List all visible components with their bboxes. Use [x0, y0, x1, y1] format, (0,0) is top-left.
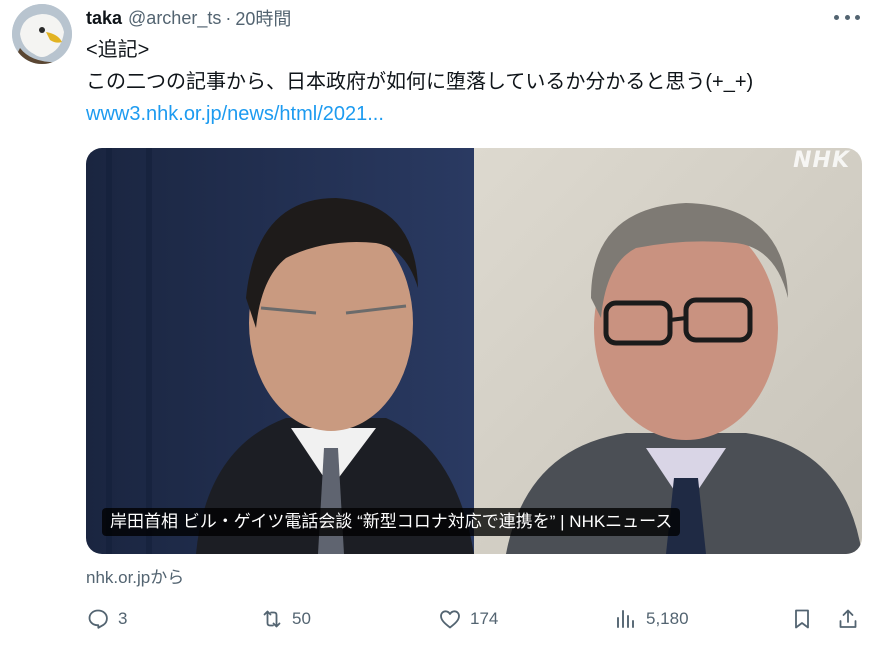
share-icon	[839, 609, 857, 628]
separator: ·	[225, 7, 232, 28]
card-title: 岸田首相 ビル・ゲイツ電話会談 “新型コロナ対応で連携を” | NHKニュース	[102, 508, 681, 536]
action-bar: 3 50 174 5,180	[86, 604, 866, 634]
author-handle[interactable]: @archer_ts	[128, 8, 221, 29]
analytics-icon	[617, 610, 634, 628]
dot	[844, 14, 850, 20]
post-link[interactable]: www3.nhk.or.jp/news/html/2021...	[86, 100, 384, 128]
dot	[834, 14, 839, 20]
eagle-avatar-icon	[12, 4, 72, 64]
reply-icon	[88, 609, 108, 629]
post-text-line-1: <追記>	[86, 39, 150, 61]
bookmark-icon	[795, 609, 809, 629]
post-text-line-2: この二つの記事から、日本政府が如何に堕落しているか分かると思う(+_+)	[86, 71, 754, 93]
retweet-count: 50	[292, 609, 311, 628]
dot	[855, 14, 860, 20]
heart-icon	[440, 610, 460, 629]
news-photo	[86, 148, 862, 554]
like-button[interactable]: 174	[438, 604, 498, 634]
reply-button[interactable]: 3	[86, 604, 127, 634]
share-button[interactable]	[836, 604, 860, 634]
author-name[interactable]: taka	[86, 8, 122, 29]
avatar[interactable]	[12, 4, 72, 64]
card-source[interactable]: nhk.or.jpから	[86, 563, 184, 588]
more-options-icon[interactable]	[834, 10, 860, 24]
retweet-icon	[263, 610, 281, 628]
post-header: taka @archer_ts · 20時間	[86, 6, 291, 30]
retweet-button[interactable]: 50	[260, 604, 311, 634]
views-button[interactable]: 5,180	[614, 604, 689, 634]
bookmark-button[interactable]	[790, 604, 814, 634]
nhk-watermark: NHK	[793, 148, 850, 173]
reply-count: 3	[118, 609, 128, 628]
like-count: 174	[470, 609, 499, 628]
link-card[interactable]: NHK 岸田首相 ビル・ゲイツ電話会談 “新型コロナ対応で連携を” | NHKニ…	[86, 148, 862, 554]
views-count: 5,180	[646, 609, 689, 628]
post-time[interactable]: 20時間	[235, 5, 291, 31]
